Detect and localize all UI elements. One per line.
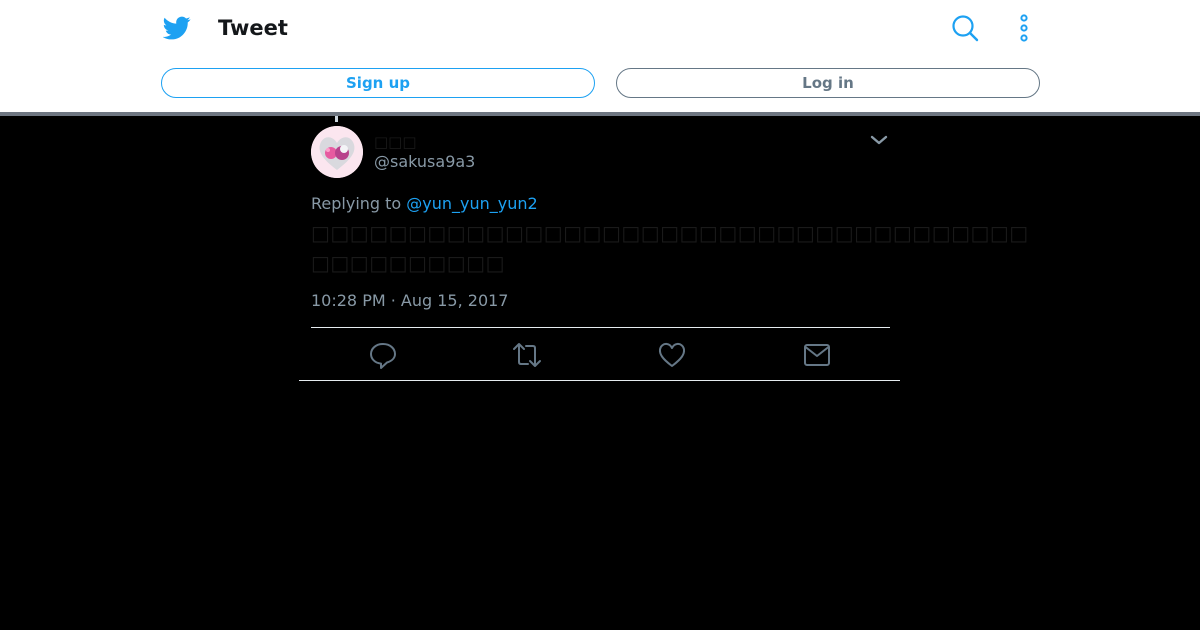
user-handle[interactable]: @sakusa9a3 (374, 152, 475, 172)
more-vertical-icon[interactable] (1012, 14, 1036, 42)
signup-button[interactable]: Sign up (161, 68, 595, 98)
top-bar: Tweet Sign up Log in (0, 0, 1200, 112)
avatar[interactable] (311, 126, 363, 178)
header-divider (0, 112, 1200, 116)
thread-connector (335, 116, 338, 122)
heart-icon[interactable] (657, 340, 687, 370)
divider (311, 327, 890, 328)
reply-target-link[interactable]: @yun_yun_yun2 (406, 194, 537, 213)
twitter-bird-icon[interactable] (163, 14, 191, 42)
retweet-icon[interactable] (512, 340, 542, 370)
page-title: Tweet (218, 16, 288, 40)
tweet-text: □□□□□□□□□□□□□□□□□□□□□□□□□□□□□□□□□□□□□ □□… (311, 218, 1029, 278)
divider (299, 380, 900, 381)
tweet-text-line: □□□□□□□□□□ (311, 251, 505, 275)
login-button[interactable]: Log in (616, 68, 1040, 98)
replying-to: Replying to @yun_yun_yun2 (311, 194, 538, 214)
reply-icon[interactable] (368, 340, 398, 370)
chevron-down-icon[interactable] (868, 130, 890, 150)
display-name[interactable]: □□□ (374, 132, 417, 152)
envelope-icon[interactable] (802, 340, 832, 370)
tweet-timestamp[interactable]: 10:28 PM · Aug 15, 2017 (311, 291, 508, 311)
replying-prefix: Replying to (311, 194, 402, 213)
search-icon[interactable] (951, 14, 979, 42)
tweet-text-line: □□□□□□□□□□□□□□□□□□□□□□□□□□□□□□□□□□□□□ (311, 221, 1029, 245)
